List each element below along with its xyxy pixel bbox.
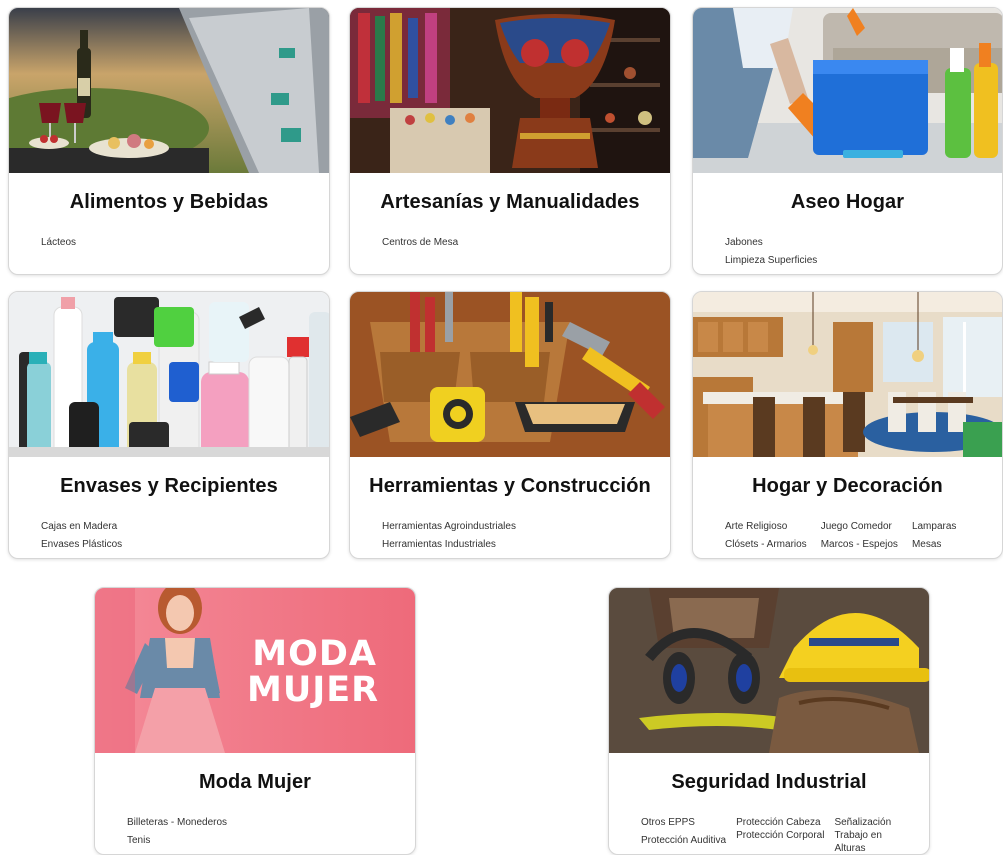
subcategory-link[interactable]: Marcos - Espejos: [821, 536, 898, 554]
subcategory-link[interactable]: Lamparas: [912, 518, 956, 536]
category-image-moda-mujer[interactable]: MODA MUJER: [95, 588, 415, 753]
subcategory-link[interactable]: Jabones: [725, 234, 994, 252]
subcategory-list: Centros de Mesa: [382, 234, 662, 252]
category-title[interactable]: Envases y Recipientes: [9, 475, 329, 498]
category-image-hogar-decoracion[interactable]: [693, 292, 1002, 457]
subcategory-link[interactable]: Señalización: [834, 816, 894, 829]
subcategory-link[interactable]: Herramientas Agroindustriales: [382, 518, 662, 536]
subcategory-link[interactable]: Mesas: [912, 536, 956, 554]
category-title[interactable]: Hogar y Decoración: [693, 475, 1002, 498]
subcategory-link[interactable]: Protección Corporal: [736, 829, 824, 842]
subcategory-link[interactable]: Billeteras - Monederos: [127, 814, 407, 832]
subcategory-link[interactable]: Trabajo en Alturas: [834, 829, 894, 854]
subcategory-link[interactable]: Limpieza Superficies: [725, 252, 994, 270]
category-title[interactable]: Seguridad Industrial: [609, 771, 929, 794]
subcategory-list: Arte Religioso Clósets - Armarios Juego …: [725, 518, 994, 554]
category-title[interactable]: Artesanías y Manualidades: [350, 191, 670, 214]
category-image-artesanias-manualidades[interactable]: [350, 8, 670, 173]
subcategory-link[interactable]: Tenis: [127, 832, 407, 850]
category-card-envases-recipientes[interactable]: Envases y Recipientes Cajas en Madera En…: [8, 291, 330, 559]
subcategory-link[interactable]: Envases Plásticos: [41, 536, 321, 554]
subcategory-link[interactable]: Otros EPPS: [641, 814, 726, 832]
category-card-moda-mujer[interactable]: MODA MUJER Moda Mujer Billeteras - Moned…: [94, 587, 416, 855]
banner-text: MODA MUJER: [247, 634, 380, 710]
subcategory-list: Jabones Limpieza Superficies: [725, 234, 994, 270]
subcategory-link[interactable]: Cajas en Madera: [41, 518, 321, 536]
subcategory-link[interactable]: Centros de Mesa: [382, 234, 662, 252]
subcategory-link[interactable]: Herramientas Industriales: [382, 536, 662, 554]
subcategory-list: Cajas en Madera Envases Plásticos: [41, 518, 321, 554]
category-card-alimentos-bebidas[interactable]: Alimentos y Bebidas Lácteos: [8, 7, 330, 275]
category-title[interactable]: Moda Mujer: [95, 771, 415, 794]
subcategory-link[interactable]: Clósets - Armarios: [725, 536, 807, 554]
category-image-aseo-hogar[interactable]: [693, 8, 1002, 173]
subcategory-list: Lácteos: [41, 234, 321, 252]
category-image-envases-recipientes[interactable]: [9, 292, 329, 457]
category-card-seguridad-industrial[interactable]: Seguridad Industrial Otros EPPS Protecci…: [608, 587, 930, 855]
subcategory-link[interactable]: Lácteos: [41, 234, 321, 252]
category-title[interactable]: Herramientas y Construcción: [350, 475, 670, 498]
category-card-herramientas-construccion[interactable]: Herramientas y Construcción Herramientas…: [349, 291, 671, 559]
category-image-herramientas-construccion[interactable]: [350, 292, 670, 457]
subcategory-link[interactable]: Protección Cabeza: [736, 816, 824, 829]
subcategory-list: Herramientas Agroindustriales Herramient…: [382, 518, 662, 554]
category-card-hogar-decoracion[interactable]: Hogar y Decoración Arte Religioso Clóset…: [692, 291, 1003, 559]
category-title[interactable]: Alimentos y Bebidas: [9, 191, 329, 214]
category-card-artesanias-manualidades[interactable]: Artesanías y Manualidades Centros de Mes…: [349, 7, 671, 275]
category-image-seguridad-industrial[interactable]: [609, 588, 929, 753]
subcategory-link[interactable]: Protección Auditiva: [641, 832, 726, 850]
category-card-aseo-hogar[interactable]: Aseo Hogar Jabones Limpieza Superficies: [692, 7, 1003, 275]
category-title[interactable]: Aseo Hogar: [693, 191, 1002, 214]
category-image-alimentos-bebidas[interactable]: [9, 8, 329, 173]
subcategory-list: Otros EPPS Protección Auditiva Protecció…: [641, 814, 921, 854]
subcategory-list: Billeteras - Monederos Tenis: [127, 814, 407, 850]
subcategory-link[interactable]: Juego Comedor: [821, 518, 898, 536]
subcategory-link[interactable]: Arte Religioso: [725, 518, 807, 536]
